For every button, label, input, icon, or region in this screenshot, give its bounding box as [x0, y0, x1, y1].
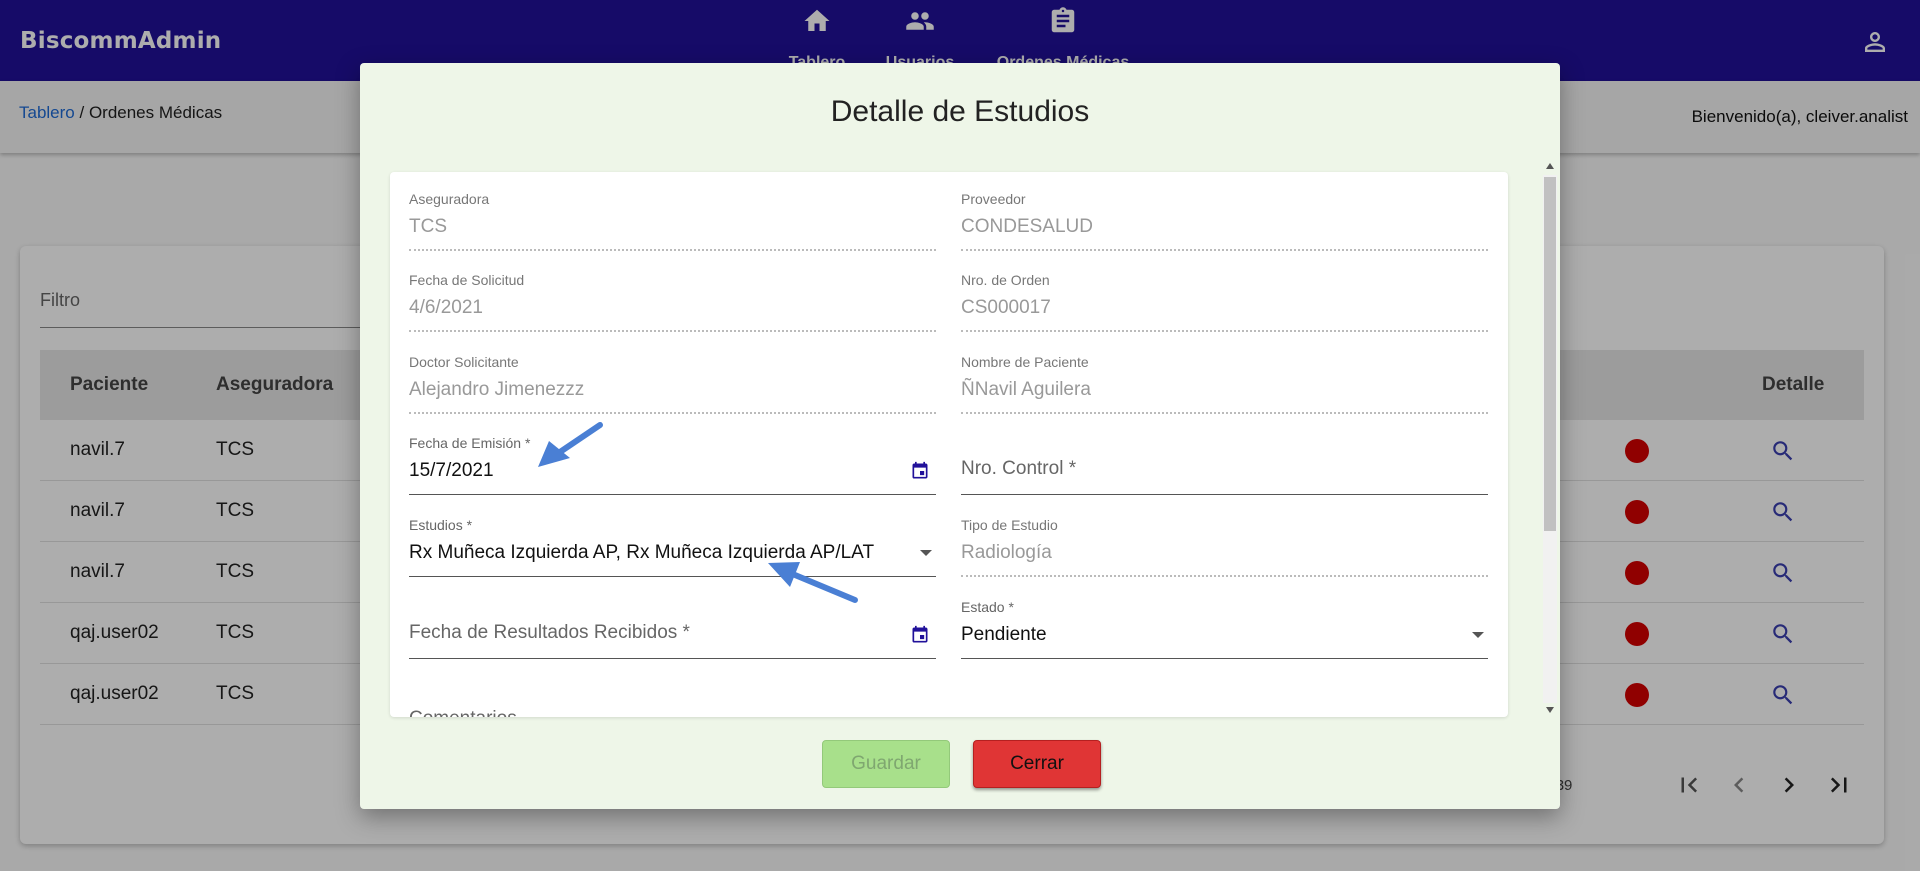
calendar-icon[interactable]: [910, 625, 930, 645]
fecha-emision-value[interactable]: 15/7/2021: [409, 460, 494, 482]
aseguradora-value: TCS: [409, 216, 447, 237]
fecha-resultados-placeholder: Fecha de Resultados Recibidos *: [409, 622, 690, 643]
fecha-emision-field[interactable]: Fecha de Emisión * 15/7/2021: [409, 435, 936, 495]
estado-value: Pendiente: [961, 624, 1047, 645]
doctor-field: Doctor Solicitante Alejandro Jimenezzz: [409, 354, 936, 414]
nro-orden-field: Nro. de Orden CS000017: [961, 272, 1488, 332]
nro-orden-label: Nro. de Orden: [961, 272, 1050, 288]
save-button[interactable]: Guardar: [822, 740, 950, 788]
study-detail-dialog: Detalle de Estudios Aseguradora TCS Prov…: [360, 63, 1560, 809]
scroll-up-arrow[interactable]: [1546, 163, 1554, 169]
scroll-thumb[interactable]: [1544, 177, 1556, 531]
paciente-value: ÑNavil Aguilera: [961, 379, 1091, 400]
tipo-estudio-field: Tipo de Estudio Radiología: [961, 517, 1488, 577]
proveedor-field: Proveedor CONDESALUD: [961, 191, 1488, 251]
proveedor-value: CONDESALUD: [961, 216, 1093, 237]
calendar-icon[interactable]: [910, 461, 930, 481]
proveedor-label: Proveedor: [961, 191, 1026, 207]
comentarios-placeholder: Comentarios: [409, 708, 517, 717]
estado-label: Estado *: [961, 599, 1014, 615]
fecha-solicitud-value: 4/6/2021: [409, 297, 483, 318]
doctor-label: Doctor Solicitante: [409, 354, 519, 370]
dialog-form: Aseguradora TCS Proveedor CONDESALUD Fec…: [390, 172, 1508, 717]
estudios-select[interactable]: Estudios * Rx Muñeca Izquierda AP, Rx Mu…: [409, 517, 936, 577]
nro-control-placeholder: Nro. Control *: [961, 458, 1077, 479]
paciente-field: Nombre de Paciente ÑNavil Aguilera: [961, 354, 1488, 414]
estudios-value: Rx Muñeca Izquierda AP, Rx Muñeca Izquie…: [409, 542, 875, 563]
nro-control-field[interactable]: Nro. Control *: [961, 435, 1488, 495]
nro-orden-value: CS000017: [961, 297, 1051, 318]
comentarios-field[interactable]: Comentarios: [409, 685, 1488, 717]
chevron-down-icon[interactable]: [920, 550, 932, 556]
close-button[interactable]: Cerrar: [973, 740, 1101, 788]
chevron-down-icon[interactable]: [1472, 632, 1484, 638]
tipo-estudio-label: Tipo de Estudio: [961, 517, 1058, 533]
dialog-title: Detalle de Estudios: [830, 95, 1090, 128]
tipo-estudio-value: Radiología: [961, 542, 1052, 563]
doctor-value: Alejandro Jimenezzz: [409, 379, 585, 400]
estado-select[interactable]: Estado * Pendiente: [961, 599, 1488, 659]
fecha-solicitud-field: Fecha de Solicitud 4/6/2021: [409, 272, 936, 332]
fecha-resultados-field[interactable]: Fecha de Resultados Recibidos *: [409, 599, 936, 659]
scroll-down-arrow[interactable]: [1546, 707, 1554, 713]
aseguradora-field: Aseguradora TCS: [409, 191, 936, 251]
form-scrollbar[interactable]: [1543, 159, 1557, 719]
fecha-solicitud-label: Fecha de Solicitud: [409, 272, 525, 288]
fecha-emision-label: Fecha de Emisión *: [409, 435, 531, 451]
paciente-label: Nombre de Paciente: [961, 354, 1089, 370]
aseguradora-label: Aseguradora: [409, 191, 490, 207]
estudios-label: Estudios *: [409, 517, 473, 533]
